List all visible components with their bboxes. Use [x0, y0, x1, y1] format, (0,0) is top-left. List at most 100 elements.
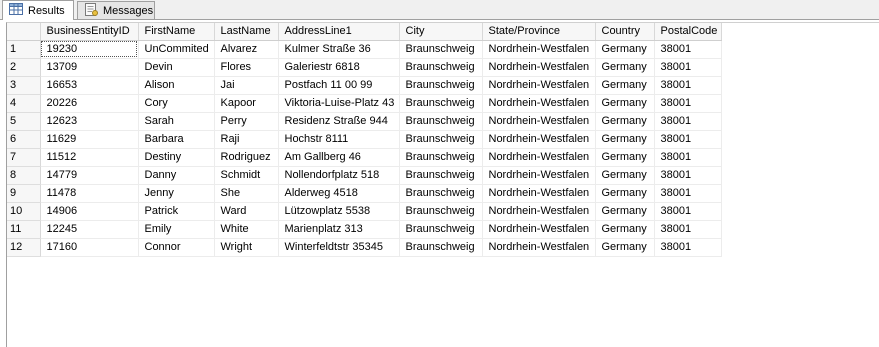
row-number[interactable]: 5 [7, 112, 41, 131]
grid-cell[interactable]: Nordrhein-Westfalen [482, 40, 596, 59]
grid-cell[interactable]: Braunschweig [399, 202, 483, 221]
row-number[interactable]: 10 [7, 202, 41, 221]
row-number[interactable]: 4 [7, 94, 41, 113]
grid-cell[interactable]: Alison [138, 76, 215, 95]
column-header[interactable]: AddressLine1 [278, 23, 400, 41]
table-row[interactable]: 7 11512 Destiny Rodriguez Am Gallberg 46 Brau… [7, 148, 722, 167]
grid-cell[interactable]: 38001 [654, 58, 722, 77]
grid-cell[interactable]: 38001 [654, 112, 722, 131]
grid-cell[interactable]: Nordrhein-Westfalen [482, 238, 596, 257]
grid-cell[interactable]: Rodriguez [214, 148, 279, 167]
row-number[interactable]: 7 [7, 148, 41, 167]
grid-cell[interactable]: UnCommited [138, 40, 215, 59]
grid-cell[interactable]: Hochstr 8111 [278, 130, 400, 149]
grid-cell[interactable]: Schmidt [214, 166, 279, 185]
grid-cell[interactable]: Galeriestr 6818 [278, 58, 400, 77]
grid-cell[interactable]: 38001 [654, 238, 722, 257]
grid-cell[interactable]: 38001 [654, 94, 722, 113]
row-number[interactable]: 1 [7, 40, 41, 59]
table-row[interactable]: 5 12623 Sarah Perry Residenz Straße 944 Braun… [7, 112, 722, 131]
grid-cell[interactable]: Lützowplatz 5538 [278, 202, 400, 221]
column-header[interactable]: Country [595, 23, 655, 41]
grid-cell[interactable]: 13709 [40, 58, 139, 77]
grid-cell[interactable]: Germany [595, 184, 655, 203]
table-row[interactable]: 1 19230 UnCommited Alvarez Kulmer Straße 36 B… [7, 40, 722, 59]
grid-cell[interactable]: Braunschweig [399, 76, 483, 95]
grid-cell[interactable]: Viktoria-Luise-Platz 43 [278, 94, 400, 113]
results-grid[interactable]: BusinessEntityID FirstName LastName Addr… [6, 22, 879, 347]
grid-cell[interactable]: Germany [595, 76, 655, 95]
grid-cell[interactable]: Barbara [138, 130, 215, 149]
grid-cell[interactable]: Jenny [138, 184, 215, 203]
grid-cell[interactable]: 38001 [654, 148, 722, 167]
grid-cell[interactable]: Emily [138, 220, 215, 239]
column-header[interactable]: PostalCode [654, 23, 722, 41]
row-number[interactable]: 8 [7, 166, 41, 185]
grid-cell[interactable]: Germany [595, 58, 655, 77]
grid-cell[interactable]: 11512 [40, 148, 139, 167]
grid-cell[interactable]: Flores [214, 58, 279, 77]
table-row[interactable]: 12 17160 Connor Wright Winterfeldtstr 35345 B… [7, 238, 722, 257]
grid-cell[interactable]: Nordrhein-Westfalen [482, 148, 596, 167]
row-number[interactable]: 3 [7, 76, 41, 95]
grid-cell[interactable]: Braunschweig [399, 40, 483, 59]
grid-cell[interactable]: Cory [138, 94, 215, 113]
table-row[interactable]: 10 14906 Patrick Ward Lützowplatz 5538 Brauns… [7, 202, 722, 221]
table-row[interactable]: 6 11629 Barbara Raji Hochstr 8111 Braunschwei… [7, 130, 722, 149]
grid-cell[interactable]: Ward [214, 202, 279, 221]
row-number[interactable]: 9 [7, 184, 41, 203]
grid-cell[interactable]: 38001 [654, 166, 722, 185]
grid-cell[interactable]: Germany [595, 40, 655, 59]
grid-cell[interactable]: Jai [214, 76, 279, 95]
grid-cell[interactable]: Devin [138, 58, 215, 77]
grid-cell[interactable]: Kulmer Straße 36 [278, 40, 400, 59]
grid-cell[interactable]: Nordrhein-Westfalen [482, 94, 596, 113]
grid-cell[interactable]: Patrick [138, 202, 215, 221]
grid-cell[interactable]: Danny [138, 166, 215, 185]
grid-cell[interactable]: Am Gallberg 46 [278, 148, 400, 167]
grid-cell[interactable]: Postfach 11 00 99 [278, 76, 400, 95]
table-row[interactable]: 8 14779 Danny Schmidt Nollendorfplatz 518 Bra… [7, 166, 722, 185]
grid-cell[interactable]: 14779 [40, 166, 139, 185]
grid-cell[interactable]: White [214, 220, 279, 239]
grid-cell[interactable]: 11629 [40, 130, 139, 149]
grid-cell[interactable]: Germany [595, 112, 655, 131]
grid-cell[interactable]: Alderweg 4518 [278, 184, 400, 203]
grid-cell[interactable]: Germany [595, 238, 655, 257]
grid-cell[interactable]: Nordrhein-Westfalen [482, 166, 596, 185]
grid-cell[interactable]: 38001 [654, 130, 722, 149]
grid-cell[interactable]: Nollendorfplatz 518 [278, 166, 400, 185]
grid-cell[interactable]: Germany [595, 220, 655, 239]
grid-cell[interactable]: Braunschweig [399, 94, 483, 113]
grid-cell[interactable]: 20226 [40, 94, 139, 113]
grid-cell[interactable]: Nordrhein-Westfalen [482, 58, 596, 77]
tab-results[interactable]: Results [2, 0, 74, 20]
grid-cell[interactable]: Braunschweig [399, 112, 483, 131]
grid-cell[interactable]: She [214, 184, 279, 203]
grid-cell[interactable]: Residenz Straße 944 [278, 112, 400, 131]
grid-cell[interactable]: Nordrhein-Westfalen [482, 202, 596, 221]
column-header[interactable]: State/Province [482, 23, 596, 41]
grid-cell[interactable]: Sarah [138, 112, 215, 131]
grid-cell[interactable]: Braunschweig [399, 58, 483, 77]
grid-cell[interactable]: Marienplatz 313 [278, 220, 400, 239]
row-number[interactable]: 6 [7, 130, 41, 149]
grid-cell[interactable]: 17160 [40, 238, 139, 257]
grid-cell[interactable]: Germany [595, 202, 655, 221]
grid-cell[interactable]: Nordrhein-Westfalen [482, 184, 596, 203]
grid-cell[interactable]: Germany [595, 94, 655, 113]
grid-cell[interactable]: 19230 [40, 40, 139, 59]
column-header[interactable]: FirstName [138, 23, 215, 41]
grid-cell[interactable]: Braunschweig [399, 184, 483, 203]
table-row[interactable]: 11 12245 Emily White Marienplatz 313 Braunsch… [7, 220, 722, 239]
row-number[interactable]: 12 [7, 238, 41, 257]
row-number[interactable]: 11 [7, 220, 41, 239]
grid-cell[interactable]: 14906 [40, 202, 139, 221]
grid-cell[interactable]: Destiny [138, 148, 215, 167]
grid-cell[interactable]: Nordrhein-Westfalen [482, 76, 596, 95]
grid-cell[interactable]: Braunschweig [399, 220, 483, 239]
grid-cell[interactable]: Alvarez [214, 40, 279, 59]
grid-cell[interactable]: Wright [214, 238, 279, 257]
grid-cell[interactable]: Perry [214, 112, 279, 131]
grid-cell[interactable]: 38001 [654, 220, 722, 239]
